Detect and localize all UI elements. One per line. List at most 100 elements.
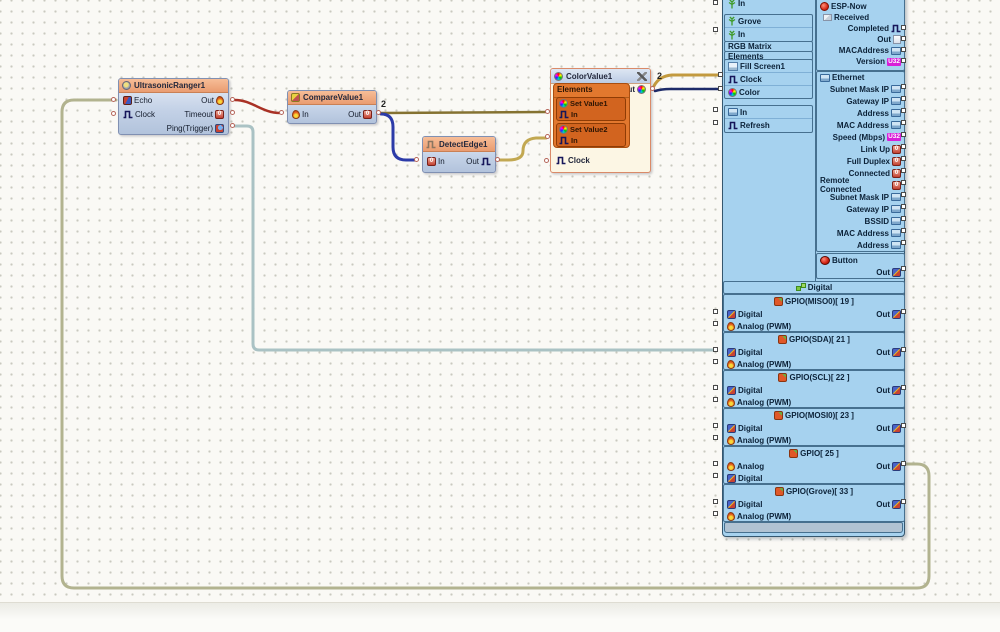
pin-out[interactable]: Out (876, 348, 901, 357)
board-pin-mac-address[interactable]: MAC Address (817, 227, 904, 239)
pin-connector[interactable] (901, 423, 906, 428)
block-header[interactable]: ColorValue1 (551, 69, 650, 84)
pin-connector[interactable] (901, 309, 906, 314)
board-pin-speed-mbps-[interactable]: Speed (Mbps)U32 (817, 131, 904, 143)
pin-connector[interactable] (376, 110, 381, 115)
block-ultrasonicranger1[interactable]: UltrasonicRanger1 Echo Out Clock Timeout… (118, 78, 229, 135)
espnow-box[interactable]: ESP-NowReceivedCompletedOutMACAddressVer… (816, 0, 905, 71)
board-row-grove[interactable]: Grove (725, 15, 812, 28)
pin-connector[interactable] (901, 36, 906, 41)
pin-connector[interactable] (901, 58, 906, 63)
block-header[interactable]: CompareValue1 (288, 91, 376, 105)
pin-connector[interactable] (901, 180, 906, 185)
pin-connector[interactable] (713, 359, 718, 364)
pin-connector[interactable] (713, 120, 718, 125)
gpio-pin-row[interactable]: Analog (PWM) (724, 510, 904, 522)
gpio-pin-row[interactable]: DigitalOut (724, 422, 904, 434)
pin-connector[interactable] (713, 511, 718, 516)
board-pin-subnet-mask-ip[interactable]: Subnet Mask IP (817, 191, 904, 203)
pin-connector[interactable] (901, 108, 906, 113)
pin-out[interactable]: Out (876, 462, 901, 471)
pin-connector[interactable] (718, 86, 723, 91)
board-pin-refresh[interactable]: Refresh (725, 119, 812, 132)
board-pin-link-up[interactable]: Link Up0 (817, 143, 904, 155)
board-pin-completed[interactable]: Completed (817, 23, 904, 34)
gpio-pin-row[interactable]: DigitalOut (724, 346, 904, 358)
board-pin-gateway-ip[interactable]: Gateway IP (817, 203, 904, 215)
pin-ping-trigger[interactable]: Ping(Trigger) (167, 124, 224, 133)
gpio-pin-row[interactable]: DigitalOut (724, 498, 904, 510)
espnow-header[interactable]: ESP-Now (817, 1, 904, 12)
pin-in[interactable]: In (292, 110, 309, 119)
pin-connector[interactable] (230, 110, 235, 115)
board-pin-mac-address[interactable]: MAC Address (817, 119, 904, 131)
pin-connector[interactable] (650, 86, 655, 91)
element-set-value1[interactable]: Set Value1 In (556, 97, 626, 121)
pin-connector[interactable] (279, 110, 284, 115)
pin-out[interactable]: Out (876, 500, 901, 509)
pin-connector[interactable] (713, 461, 718, 466)
pin-in[interactable]: 0In (427, 157, 445, 166)
pin-connector[interactable] (111, 97, 116, 102)
board-pin-button-out[interactable]: Out (817, 266, 904, 278)
block-detectedge1[interactable]: DetectEdge1 0In Out (422, 136, 496, 173)
board-pin-fill-screen1[interactable]: Fill Screen1 (725, 60, 812, 73)
pin-connector[interactable] (901, 47, 906, 52)
gpio-title-row[interactable]: GPIO(SCL)[ 22 ] (724, 371, 904, 384)
pin-connector[interactable] (901, 156, 906, 161)
pin-out[interactable]: Out (201, 96, 224, 105)
board-pin-color[interactable]: Color (725, 86, 812, 99)
pin-connector[interactable] (901, 347, 906, 352)
board-pin-grove-in[interactable]: In (725, 28, 812, 41)
pin-echo[interactable]: Echo (123, 96, 152, 105)
pin-connector[interactable] (713, 435, 718, 440)
pin-connector[interactable] (713, 397, 718, 402)
pin-connector[interactable] (718, 72, 723, 77)
pin-connector[interactable] (901, 216, 906, 221)
pin-connector[interactable] (713, 27, 718, 32)
pin-out[interactable]: Out (466, 157, 491, 166)
pin-connector[interactable] (495, 157, 500, 162)
pin-connector[interactable] (901, 96, 906, 101)
display-io-box[interactable]: InRefresh (724, 105, 813, 133)
board-pin-remote-connected[interactable]: Remote Connected0 (817, 179, 904, 191)
pin-connector[interactable] (713, 107, 718, 112)
espnow-received-row[interactable]: Received (817, 12, 904, 23)
pin-out[interactable]: Out0 (348, 110, 372, 119)
button-box[interactable]: ButtonOut (816, 253, 905, 279)
gpio-pin-row[interactable]: Analog (PWM) (724, 358, 904, 370)
wire-compare-to-setvalue1[interactable] (381, 112, 546, 113)
gpio-section-2[interactable]: GPIO(SDA)[ 21 ]DigitalOutAnalog (PWM) (723, 332, 905, 370)
wire-colorvalue-to-clock[interactable] (654, 75, 719, 86)
pin-connector[interactable] (901, 499, 906, 504)
gpio-title-row[interactable]: GPIO(SDA)[ 21 ] (724, 333, 904, 346)
board-pin-gateway-ip[interactable]: Gateway IP (817, 95, 904, 107)
gpio-section-3[interactable]: GPIO(SCL)[ 22 ]DigitalOutAnalog (PWM) (723, 370, 905, 408)
pin-connector[interactable] (901, 84, 906, 89)
pin-connector[interactable] (545, 109, 550, 114)
board-pin-in[interactable]: In (725, 106, 812, 119)
gpio-pin-row[interactable]: Analog (PWM) (724, 434, 904, 446)
pin-connector[interactable] (230, 123, 235, 128)
pin-out[interactable]: Out (876, 386, 901, 395)
gpio-title-row[interactable]: GPIO(MOSI0)[ 23 ] (724, 409, 904, 422)
pin-out[interactable]: Out (876, 310, 901, 319)
pin-connector[interactable] (901, 132, 906, 137)
pin-connector[interactable] (713, 0, 718, 5)
wire-out-to-compare[interactable] (235, 100, 280, 113)
pin-connector[interactable] (544, 158, 549, 163)
gpio-title-row[interactable]: GPIO[ 25 ] (724, 447, 904, 460)
pin-connector[interactable] (713, 423, 718, 428)
ethernet-header[interactable]: Ethernet (817, 72, 904, 83)
pin-connector[interactable] (713, 321, 718, 326)
pin-clock[interactable]: Clock (556, 156, 590, 165)
board-pin-subnet-mask-ip[interactable]: Subnet Mask IP (817, 83, 904, 95)
pin-timeout[interactable]: Timeout0 (184, 110, 224, 119)
board-pin-bssid[interactable]: BSSID (817, 215, 904, 227)
pin-out[interactable]: Out (876, 424, 901, 433)
fill-screen-box[interactable]: Fill Screen1ClockColor (724, 59, 813, 99)
board-pin-full-duplex[interactable]: Full Duplex0 (817, 155, 904, 167)
pin-connector[interactable] (713, 347, 718, 352)
pin-connector[interactable] (901, 461, 906, 466)
gpio-section-5[interactable]: GPIO[ 25 ]AnalogOutDigital (723, 446, 905, 484)
